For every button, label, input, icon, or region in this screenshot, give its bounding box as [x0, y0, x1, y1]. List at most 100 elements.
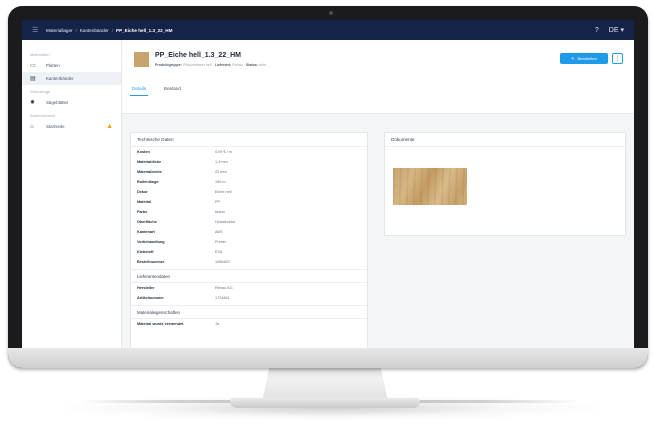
data-row: Materialdicke 1,3 mm [131, 157, 367, 167]
row-value: braun [215, 210, 225, 214]
data-row: Material PP [131, 197, 367, 207]
edit-button-label: Bearbeiten [577, 56, 597, 61]
breadcrumb-separator: / [111, 27, 113, 33]
sidebar-item-label: Sägeblätter [46, 100, 69, 105]
data-row: Klebstoff EVA [131, 247, 367, 257]
data-row: Kantenart ABS [131, 227, 367, 237]
row-key: Material wurde verwendet [137, 322, 184, 326]
breadcrumb-item[interactable]: Kantenbänder [80, 28, 109, 33]
data-row: Oberfläche Holzstruktur [131, 217, 367, 227]
row-value: Eiche hell [215, 190, 232, 194]
sidebar-section-label: Werkzeuge [30, 89, 51, 94]
page-header: PP_Eiche hell_1.3_22_HM Produktgruppe: P… [122, 40, 634, 114]
row-value: Holzstruktur [215, 220, 236, 224]
row-key: Artikelnummer [137, 296, 164, 300]
row-value: 22 mm [215, 170, 227, 174]
meta-label: Lieferant: [214, 63, 232, 67]
row-key: Rollenlänge [137, 180, 159, 184]
breadcrumb-item[interactable]: Materiallager [46, 28, 73, 33]
breadcrumb-current: PP_Eiche hell_1.3_22_HM [116, 27, 173, 33]
data-row: Dekor Eiche hell [131, 187, 367, 197]
panel-icon: ▭ [30, 63, 36, 69]
row-key: Materialdicke [137, 160, 162, 164]
row-key: Hersteller [137, 286, 155, 290]
pencil-icon: ✎ [571, 56, 575, 61]
data-row: Rollenlänge 150 m [131, 177, 367, 187]
meta-value: Pflanzenfaser hell [182, 63, 212, 67]
page-meta: Produktgruppe: Pflanzenfaser hell · Lief… [155, 63, 267, 67]
monitor-scene: ☰ Materiallager / Kantenbänder / PP_Eich… [0, 0, 654, 421]
monitor-stand-neck [262, 366, 388, 402]
help-icon[interactable]: ? [595, 27, 599, 34]
row-value: 1724841 [215, 296, 230, 300]
decor-image[interactable] [393, 168, 467, 205]
row-key: Vorbehandlung [137, 240, 165, 244]
card-title: Dokumente [385, 133, 625, 147]
sidebar: Materialien ▭ Platten ▤ Kantenbänder Wer… [22, 40, 122, 348]
row-key: Oberfläche [137, 220, 157, 224]
language-selector[interactable]: DE ▾ [609, 26, 624, 34]
webcam [329, 11, 333, 15]
row-value: 150 m [215, 180, 226, 184]
row-key: Klebstoff [137, 250, 154, 254]
sidebar-item-kantenbaender[interactable]: ▤ Kantenbänder [22, 72, 121, 85]
row-key: Kosten [137, 150, 150, 154]
tab-bestand[interactable]: Bestand [162, 82, 183, 96]
monitor-stand-base [230, 398, 420, 408]
sidebar-item-platten[interactable]: ▭ Platten [22, 59, 121, 72]
section-title: Lieferantendaten [131, 269, 367, 283]
card-title: Technische Daten [131, 133, 367, 147]
row-value: ABS [215, 230, 223, 234]
row-value: EVA [215, 250, 223, 254]
row-key: Farbe [137, 210, 148, 214]
row-key: Material [137, 200, 152, 204]
data-row: Bestellnummer 1086452 [131, 257, 367, 267]
section-title: Materialeigenschaften [131, 305, 367, 319]
sidebar-item-label: Platten [46, 63, 60, 68]
data-row: Farbe braun [131, 207, 367, 217]
documents-card: Dokumente [384, 132, 626, 236]
row-value: Primer [215, 240, 227, 244]
meta-value: Rehau [232, 63, 243, 67]
data-row: Artikelnummer 1724841 [131, 293, 367, 303]
meta-value: aktiv [259, 63, 267, 67]
meta-label: Produktgruppe: [155, 63, 182, 67]
row-value: Ja [215, 322, 220, 326]
top-bar-actions: ? DE ▾ [595, 26, 624, 35]
row-value: PP [215, 200, 221, 204]
data-row: Materialbreite 22 mm [131, 167, 367, 177]
edgeband-icon: ▤ [30, 76, 36, 82]
sidebar-section-label: Materialien [30, 52, 50, 57]
breadcrumb-separator: / [75, 27, 77, 33]
data-row: Hersteller Rehau AG [131, 283, 367, 293]
row-value: 1086452 [215, 260, 230, 264]
technical-data-card: Technische Daten Kosten 0,09 € / m Materi… [130, 132, 368, 348]
sidebar-item-label: Startseite [46, 124, 65, 129]
row-key: Bestellnummer [137, 260, 165, 264]
row-value: 0,09 € / m [215, 150, 232, 154]
sidebar-item-startseite[interactable]: ⌂ Startseite ▲ [22, 120, 121, 133]
sidebar-item-saegeblaetter[interactable]: ✸ Sägeblätter [22, 96, 121, 109]
home-icon: ⌂ [30, 123, 34, 130]
tab-details[interactable]: Details [130, 82, 149, 96]
row-key: Dekor [137, 190, 148, 194]
language-label: DE [608, 27, 619, 34]
row-key: Materialbreite [137, 170, 162, 174]
data-row: Kosten 0,09 € / m [131, 147, 367, 157]
hamburger-menu-icon[interactable]: ☰ [32, 26, 46, 34]
tab-bar: Details Bestand [130, 82, 183, 96]
more-options-button[interactable]: ⋮ [612, 53, 623, 64]
sidebar-item-label: Kantenbänder [46, 76, 74, 81]
row-key: Kantenart [137, 230, 155, 234]
monitor-chin [8, 348, 648, 368]
chevron-down-icon: ▾ [620, 27, 624, 34]
sawblade-icon: ✸ [30, 100, 36, 106]
row-value: 1,3 mm [215, 160, 228, 164]
edit-button[interactable]: ✎ Bearbeiten [560, 53, 608, 64]
main-content: PP_Eiche hell_1.3_22_HM Produktgruppe: P… [122, 40, 634, 348]
app-screen: ☰ Materiallager / Kantenbänder / PP_Eich… [22, 20, 634, 348]
row-value: Rehau AG [215, 286, 233, 290]
warning-icon: ▲ [106, 123, 113, 130]
data-row: Material wurde verwendet Ja [131, 319, 367, 329]
product-thumbnail [134, 52, 149, 67]
